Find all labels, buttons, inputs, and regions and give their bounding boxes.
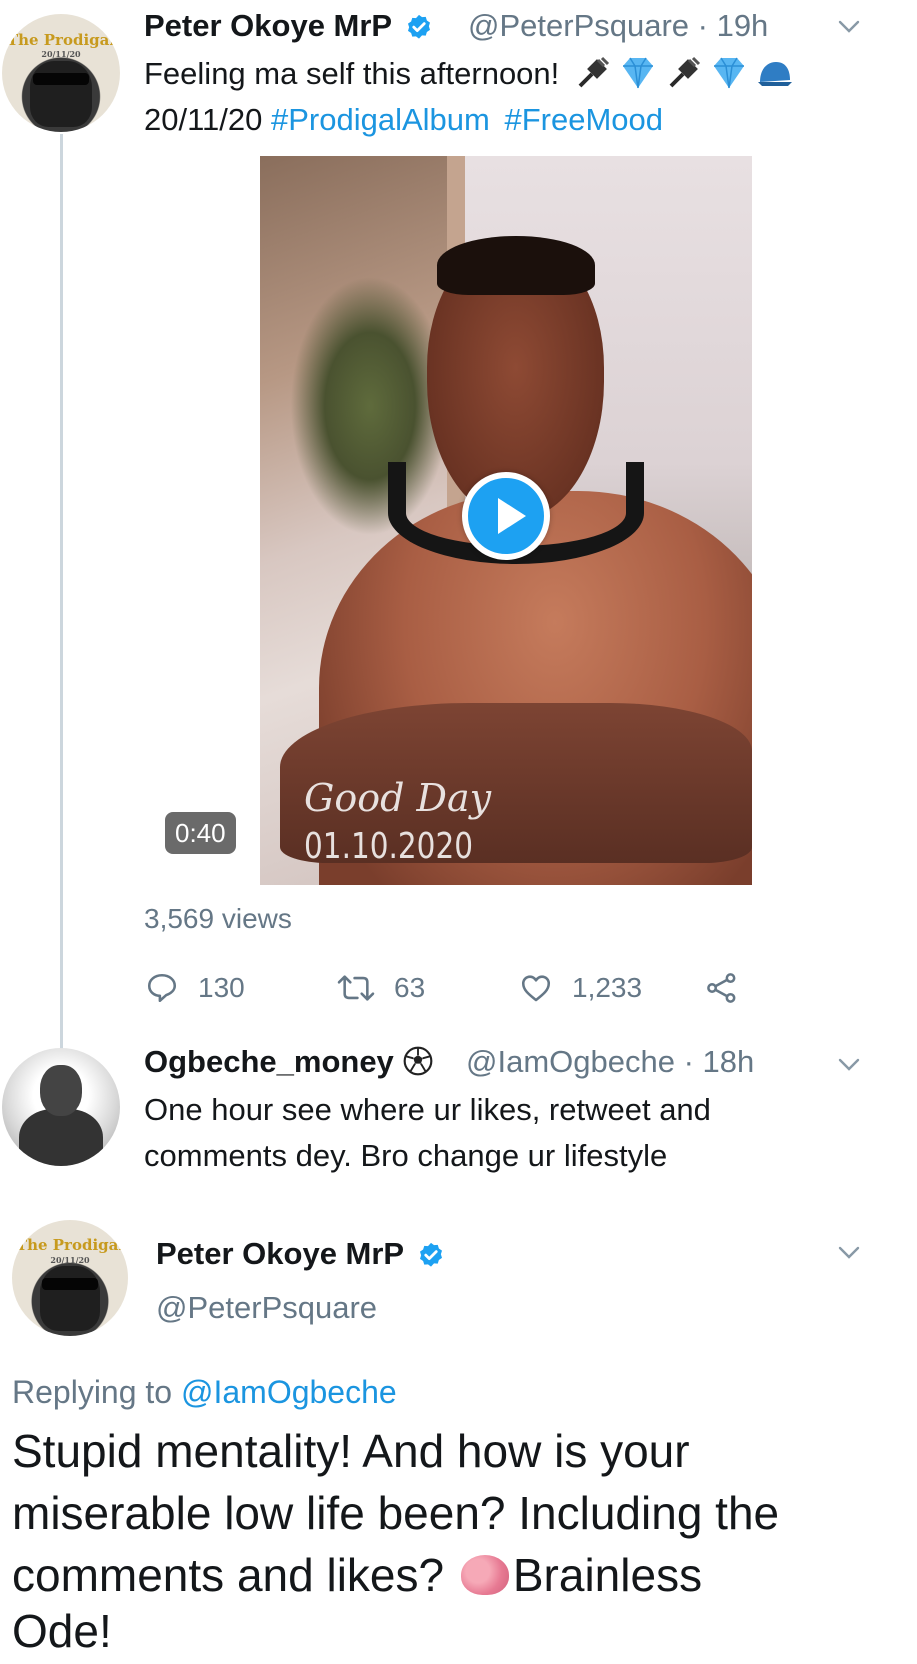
video-person-hair xyxy=(437,236,595,295)
replying-to-line: Replying to @IamOgbeche xyxy=(12,1374,397,1411)
play-icon xyxy=(498,498,526,534)
like-count: 1,233 xyxy=(572,972,643,1003)
tweet1-date-text: 20/11/20 xyxy=(144,102,263,137)
brain-icon xyxy=(460,1555,509,1595)
tweet1-author-name[interactable]: Peter Okoye MrP xyxy=(144,8,434,44)
view-count: 3,569 views xyxy=(144,903,292,934)
verified-badge-icon xyxy=(408,14,431,39)
tweet1-handle-time[interactable]: @PeterPsquare · 19h xyxy=(468,8,768,44)
retweet-count: 63 xyxy=(394,972,426,1003)
author-name-text: Peter Okoye MrP xyxy=(144,8,392,43)
soccer-ball-icon xyxy=(404,1046,433,1076)
diamond-icon xyxy=(622,57,653,89)
retweet-button[interactable]: 63 xyxy=(336,968,425,1008)
avatar-face xyxy=(39,1266,101,1332)
diamond-icon xyxy=(713,57,744,89)
retweet-icon xyxy=(337,975,375,1001)
tweet3-text-part: Brainless xyxy=(512,1549,703,1601)
tweet3-text-line3: comments and likes? Brainless xyxy=(12,1548,702,1602)
avatar[interactable]: The Prodigal 20/11/20 xyxy=(12,1220,128,1336)
avatar-glasses xyxy=(42,1278,98,1290)
avatar[interactable]: The Prodigal 20/11/20 xyxy=(2,14,120,132)
author-name-text: Peter Okoye MrP xyxy=(156,1236,404,1271)
avatar-logo-text: The Prodigal xyxy=(15,1236,125,1255)
replying-to-label: Replying to xyxy=(12,1374,173,1410)
tweet3-text-line4: Ode! xyxy=(12,1605,112,1657)
avatar-face xyxy=(30,61,92,128)
reply-count: 130 xyxy=(198,972,245,1003)
thread-connector-line xyxy=(60,134,63,1050)
reply-icon xyxy=(147,973,177,1003)
tweet3-text-line1: Stupid mentality! And how is your xyxy=(12,1425,690,1477)
cap-icon xyxy=(758,62,793,86)
tweet1-text: Feeling ma self this afternoon! xyxy=(144,56,560,91)
plug-icon xyxy=(669,56,701,88)
tweet2-handle-time[interactable]: @IamOgbeche · 18h xyxy=(466,1044,754,1080)
mention-link[interactable]: @IamOgbeche xyxy=(181,1374,397,1410)
tweet2-text-line2: comments dey. Bro change ur lifestyle xyxy=(144,1138,668,1173)
chevron-down-icon[interactable] xyxy=(838,20,860,34)
play-button[interactable] xyxy=(462,472,550,560)
avatar-logo-date: 20/11/20 xyxy=(50,1254,90,1265)
tweet3-text-line2: miserable low life been? Including the xyxy=(12,1487,780,1539)
hashtag-link[interactable]: #FreeMood xyxy=(504,102,663,137)
verified-badge-icon xyxy=(420,1242,443,1267)
share-button[interactable] xyxy=(704,968,758,1008)
tweet3-handle[interactable]: @PeterPsquare xyxy=(156,1290,377,1326)
avatar-logo-text: The Prodigal xyxy=(6,30,116,49)
video-overlay-date: 01.10.2020 xyxy=(304,826,474,867)
chevron-down-icon[interactable] xyxy=(838,1058,860,1072)
heart-icon xyxy=(521,975,551,1002)
tweet1-text-line1: Feeling ma self this afternoon! xyxy=(144,56,794,92)
tweet3-author-name[interactable]: Peter Okoye MrP xyxy=(156,1236,446,1272)
avatar-body xyxy=(18,1109,104,1166)
tweet2-text-line1: One hour see where ur likes, retweet and xyxy=(144,1092,711,1127)
hashtag-link[interactable]: #ProdigalAlbum xyxy=(271,102,490,137)
reply-button[interactable]: 130 xyxy=(144,968,245,1008)
avatar-logo-date: 20/11/20 xyxy=(41,49,81,60)
video-duration-badge: 0:40 xyxy=(165,812,236,854)
plug-icon xyxy=(578,56,609,88)
avatar-face xyxy=(39,1064,83,1117)
tweet1-text-line2: 20/11/20 #ProdigalAlbum #FreeMood xyxy=(144,102,663,138)
avatar-glasses xyxy=(32,73,90,85)
like-button[interactable]: 1,233 xyxy=(518,968,642,1008)
tweet3-text-part: comments and likes? xyxy=(12,1549,445,1601)
share-icon xyxy=(707,973,736,1003)
author-name-text: Ogbeche_money xyxy=(144,1044,394,1079)
chevron-down-icon[interactable] xyxy=(838,1246,860,1260)
avatar[interactable] xyxy=(2,1048,120,1166)
video-overlay-text: Good Day xyxy=(304,776,492,820)
tweet2-author-name[interactable]: Ogbeche_money xyxy=(144,1044,434,1080)
